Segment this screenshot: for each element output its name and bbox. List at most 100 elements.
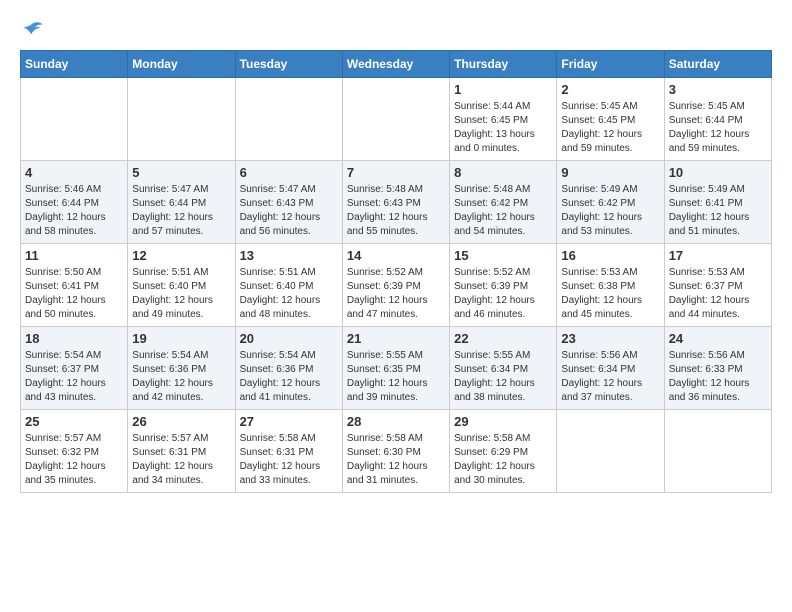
day-info: Sunrise: 5:46 AMSunset: 6:44 PMDaylight:… <box>25 183 123 239</box>
calendar-cell: 6Sunrise: 5:47 AMSunset: 6:43 PMDaylight… <box>235 161 342 244</box>
weekday-row: SundayMondayTuesdayWednesdayThursdayFrid… <box>21 51 772 78</box>
day-info: Sunrise: 5:45 AMSunset: 6:45 PMDaylight:… <box>561 100 659 156</box>
page-header <box>20 20 772 40</box>
day-info: Sunrise: 5:53 AMSunset: 6:38 PMDaylight:… <box>561 266 659 322</box>
day-number: 27 <box>240 414 338 429</box>
day-number: 16 <box>561 248 659 263</box>
day-number: 6 <box>240 165 338 180</box>
week-row-3: 11 Sunrise: 5:50 AMSunset: 6:41 PMDayligh… <box>21 244 772 327</box>
day-number: 23 <box>561 331 659 346</box>
weekday-header-tuesday: Tuesday <box>235 51 342 78</box>
weekday-header-monday: Monday <box>128 51 235 78</box>
day-number: 11 <box>25 248 123 263</box>
day-number: 2 <box>561 82 659 97</box>
day-number: 20 <box>240 331 338 346</box>
calendar-cell: 17 Sunrise: 5:53 AMSunset: 6:37 PMDayligh… <box>664 244 771 327</box>
calendar-cell: 25 Sunrise: 5:57 AMSunset: 6:32 PMDayligh… <box>21 410 128 493</box>
day-number: 19 <box>132 331 230 346</box>
day-number: 17 <box>669 248 767 263</box>
day-info: Sunrise: 5:55 AMSunset: 6:34 PMDaylight:… <box>454 349 552 405</box>
calendar-cell: 10 Sunrise: 5:49 AMSunset: 6:41 PMDayligh… <box>664 161 771 244</box>
calendar-cell <box>21 78 128 161</box>
day-info: Sunrise: 5:58 AMSunset: 6:31 PMDaylight:… <box>240 432 338 488</box>
day-number: 9 <box>561 165 659 180</box>
day-number: 13 <box>240 248 338 263</box>
calendar-cell <box>128 78 235 161</box>
day-info: Sunrise: 5:45 AMSunset: 6:44 PMDaylight:… <box>669 100 767 156</box>
calendar-cell: 24 Sunrise: 5:56 AMSunset: 6:33 PMDayligh… <box>664 327 771 410</box>
day-number: 25 <box>25 414 123 429</box>
day-number: 26 <box>132 414 230 429</box>
calendar-cell <box>557 410 664 493</box>
calendar-cell <box>342 78 449 161</box>
day-info: Sunrise: 5:44 AMSunset: 6:45 PMDaylight:… <box>454 100 552 156</box>
week-row-2: 4 Sunrise: 5:46 AMSunset: 6:44 PMDaylight… <box>21 161 772 244</box>
day-info: Sunrise: 5:57 AMSunset: 6:32 PMDaylight:… <box>25 432 123 488</box>
day-info: Sunrise: 5:47 AMSunset: 6:44 PMDaylight:… <box>132 183 230 239</box>
day-info: Sunrise: 5:51 AMSunset: 6:40 PMDaylight:… <box>132 266 230 322</box>
calendar-cell: 4 Sunrise: 5:46 AMSunset: 6:44 PMDaylight… <box>21 161 128 244</box>
day-number: 5 <box>132 165 230 180</box>
day-number: 10 <box>669 165 767 180</box>
calendar-cell: 5 Sunrise: 5:47 AMSunset: 6:44 PMDaylight… <box>128 161 235 244</box>
day-info: Sunrise: 5:52 AMSunset: 6:39 PMDaylight:… <box>454 266 552 322</box>
weekday-header-saturday: Saturday <box>664 51 771 78</box>
day-number: 12 <box>132 248 230 263</box>
calendar-cell: 16 Sunrise: 5:53 AMSunset: 6:38 PMDayligh… <box>557 244 664 327</box>
day-info: Sunrise: 5:58 AMSunset: 6:30 PMDaylight:… <box>347 432 445 488</box>
weekday-header-sunday: Sunday <box>21 51 128 78</box>
logo <box>20 20 48 40</box>
weekday-header-thursday: Thursday <box>450 51 557 78</box>
day-number: 4 <box>25 165 123 180</box>
day-number: 18 <box>25 331 123 346</box>
day-info: Sunrise: 5:50 AMSunset: 6:41 PMDaylight:… <box>25 266 123 322</box>
day-info: Sunrise: 5:54 AMSunset: 6:36 PMDaylight:… <box>132 349 230 405</box>
calendar-cell: 3Sunrise: 5:45 AMSunset: 6:44 PMDaylight… <box>664 78 771 161</box>
week-row-4: 18 Sunrise: 5:54 AMSunset: 6:37 PMDayligh… <box>21 327 772 410</box>
day-number: 7 <box>347 165 445 180</box>
weekday-header-wednesday: Wednesday <box>342 51 449 78</box>
calendar-cell: 19 Sunrise: 5:54 AMSunset: 6:36 PMDayligh… <box>128 327 235 410</box>
day-info: Sunrise: 5:51 AMSunset: 6:40 PMDaylight:… <box>240 266 338 322</box>
calendar-cell: 27 Sunrise: 5:58 AMSunset: 6:31 PMDayligh… <box>235 410 342 493</box>
calendar-cell <box>235 78 342 161</box>
day-info: Sunrise: 5:53 AMSunset: 6:37 PMDaylight:… <box>669 266 767 322</box>
day-info: Sunrise: 5:56 AMSunset: 6:33 PMDaylight:… <box>669 349 767 405</box>
day-info: Sunrise: 5:54 AMSunset: 6:37 PMDaylight:… <box>25 349 123 405</box>
day-info: Sunrise: 5:56 AMSunset: 6:34 PMDaylight:… <box>561 349 659 405</box>
day-info: Sunrise: 5:57 AMSunset: 6:31 PMDaylight:… <box>132 432 230 488</box>
calendar-cell: 28 Sunrise: 5:58 AMSunset: 6:30 PMDayligh… <box>342 410 449 493</box>
calendar-cell: 21 Sunrise: 5:55 AMSunset: 6:35 PMDayligh… <box>342 327 449 410</box>
calendar-cell: 22Sunrise: 5:55 AMSunset: 6:34 PMDayligh… <box>450 327 557 410</box>
calendar-cell: 23 Sunrise: 5:56 AMSunset: 6:34 PMDayligh… <box>557 327 664 410</box>
day-number: 1 <box>454 82 552 97</box>
day-number: 8 <box>454 165 552 180</box>
calendar-cell: 18 Sunrise: 5:54 AMSunset: 6:37 PMDayligh… <box>21 327 128 410</box>
logo-bird-icon <box>20 20 44 40</box>
calendar-cell: 26 Sunrise: 5:57 AMSunset: 6:31 PMDayligh… <box>128 410 235 493</box>
day-info: Sunrise: 5:49 AMSunset: 6:41 PMDaylight:… <box>669 183 767 239</box>
day-number: 21 <box>347 331 445 346</box>
day-info: Sunrise: 5:52 AMSunset: 6:39 PMDaylight:… <box>347 266 445 322</box>
day-number: 15 <box>454 248 552 263</box>
day-number: 24 <box>669 331 767 346</box>
calendar-cell: 29Sunrise: 5:58 AMSunset: 6:29 PMDayligh… <box>450 410 557 493</box>
day-info: Sunrise: 5:49 AMSunset: 6:42 PMDaylight:… <box>561 183 659 239</box>
day-number: 14 <box>347 248 445 263</box>
calendar-cell: 2 Sunrise: 5:45 AMSunset: 6:45 PMDaylight… <box>557 78 664 161</box>
day-info: Sunrise: 5:58 AMSunset: 6:29 PMDaylight:… <box>454 432 552 488</box>
week-row-1: 1 Sunrise: 5:44 AMSunset: 6:45 PMDaylight… <box>21 78 772 161</box>
day-info: Sunrise: 5:48 AMSunset: 6:42 PMDaylight:… <box>454 183 552 239</box>
calendar-cell: 8 Sunrise: 5:48 AMSunset: 6:42 PMDaylight… <box>450 161 557 244</box>
calendar-cell: 7 Sunrise: 5:48 AMSunset: 6:43 PMDaylight… <box>342 161 449 244</box>
calendar-cell: 9 Sunrise: 5:49 AMSunset: 6:42 PMDaylight… <box>557 161 664 244</box>
calendar-header: SundayMondayTuesdayWednesdayThursdayFrid… <box>21 51 772 78</box>
calendar-cell: 13 Sunrise: 5:51 AMSunset: 6:40 PMDayligh… <box>235 244 342 327</box>
calendar-cell: 15 Sunrise: 5:52 AMSunset: 6:39 PMDayligh… <box>450 244 557 327</box>
week-row-5: 25 Sunrise: 5:57 AMSunset: 6:32 PMDayligh… <box>21 410 772 493</box>
calendar-cell: 20Sunrise: 5:54 AMSunset: 6:36 PMDayligh… <box>235 327 342 410</box>
day-number: 28 <box>347 414 445 429</box>
day-info: Sunrise: 5:55 AMSunset: 6:35 PMDaylight:… <box>347 349 445 405</box>
weekday-header-friday: Friday <box>557 51 664 78</box>
day-info: Sunrise: 5:48 AMSunset: 6:43 PMDaylight:… <box>347 183 445 239</box>
